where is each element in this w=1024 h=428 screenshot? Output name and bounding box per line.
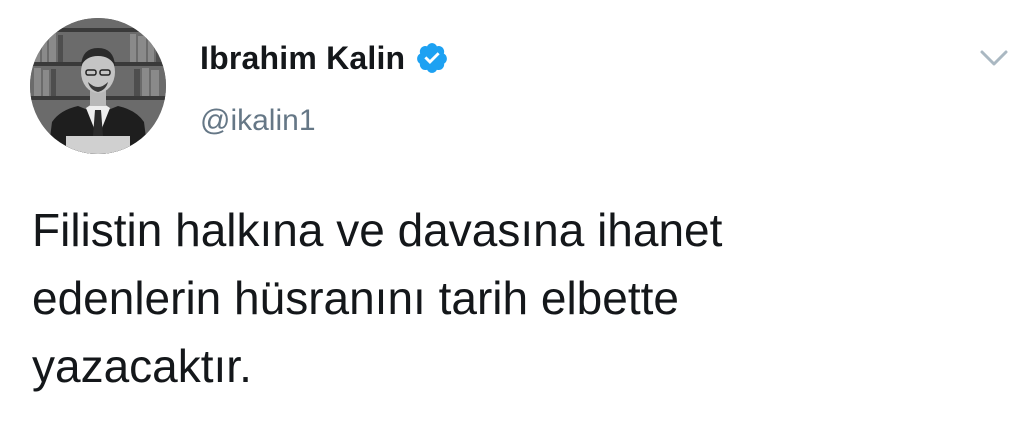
author-display-name[interactable]: Ibrahim Kalin	[200, 40, 405, 77]
tweet-text-line: yazacaktır.	[32, 340, 252, 392]
tweet-card: Ibrahim Kalin @ikalin1 Filistin halkına …	[0, 0, 1024, 428]
tweet-text-line: edenlerin hüsranını tarih elbette	[32, 272, 679, 324]
author-handle[interactable]: @ikalin1	[200, 104, 316, 138]
chevron-down-icon[interactable]	[976, 44, 1012, 72]
avatar-photo	[30, 18, 166, 154]
tweet-text-line: Filistin halkına ve davasına ihanet	[32, 204, 723, 256]
verified-badge-icon	[415, 41, 449, 75]
avatar[interactable]	[30, 18, 166, 154]
author-name-row[interactable]: Ibrahim Kalin	[200, 36, 449, 80]
tweet-text: Filistin halkına ve davasına ihanet eden…	[32, 196, 992, 400]
